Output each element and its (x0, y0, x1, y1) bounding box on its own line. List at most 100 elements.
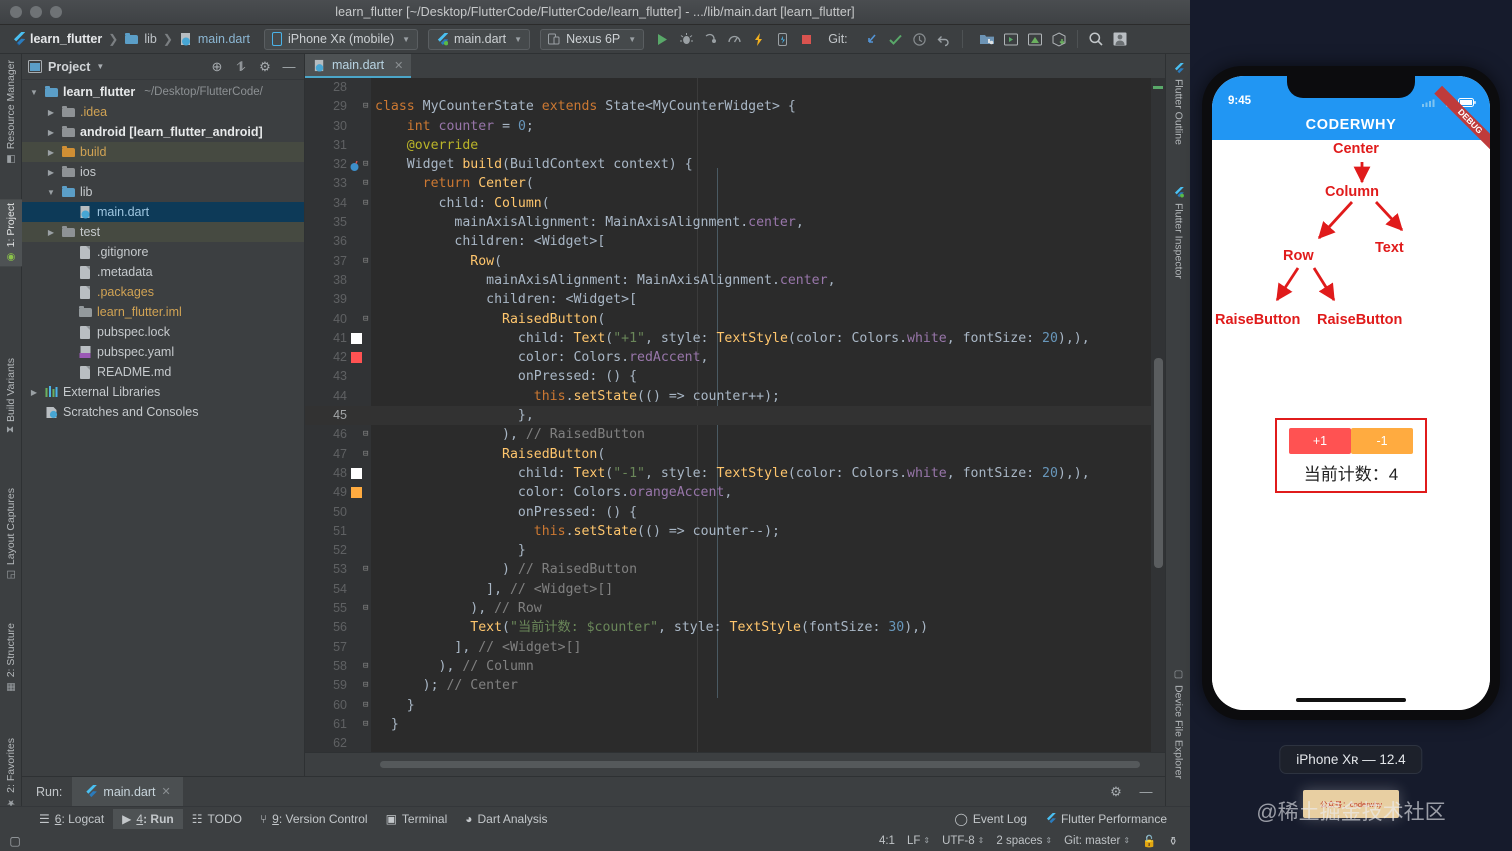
device-screen[interactable]: 9:45 CODERWHY DEBUG Center Column Row Te… (1212, 76, 1490, 710)
code-line[interactable]: 34 ⊟ child: Column( (305, 194, 1165, 213)
inspection-icon[interactable]: ⚱ (1168, 834, 1178, 848)
tab-main-dart[interactable]: main.dart ✕ (305, 54, 412, 78)
sidebar-item-structure[interactable]: ▦ 2: Structure (0, 619, 22, 696)
code-line[interactable]: 50 onPressed: () { (305, 503, 1165, 522)
chevron-right-icon[interactable]: ▶ (45, 128, 57, 137)
code-line[interactable]: 31 @override (305, 136, 1165, 155)
code-fold-icon[interactable]: ⊟ (363, 719, 372, 729)
sidebar-item-device-file-explorer[interactable]: ▢ Device File Explorer (1166, 664, 1191, 784)
hot-restart-icon[interactable] (770, 27, 794, 51)
horizontal-scrollbar[interactable] (380, 761, 1140, 768)
tree-row[interactable]: ▶ External Libraries (22, 382, 304, 402)
tool-window-event-log[interactable]: ◯ Event Log (945, 809, 1035, 829)
toggle-toolwindows-icon[interactable]: ▢ (0, 834, 30, 848)
color-swatch[interactable] (351, 332, 362, 344)
hot-reload-icon[interactable] (746, 27, 770, 51)
terminal-run-icon[interactable] (999, 27, 1023, 51)
file-encoding[interactable]: UTF-8 ⇕ (942, 835, 984, 847)
collapse-all-icon[interactable]: ⥮ (232, 58, 250, 76)
code-line[interactable]: 28 (305, 78, 1165, 97)
code-line[interactable]: 43 onPressed: () { (305, 367, 1165, 386)
undo-icon[interactable] (932, 27, 956, 51)
tool-window-dart-analysis[interactable]: ◕ Dart Analysis (456, 809, 556, 829)
code-line[interactable]: 60 ⊟ } (305, 696, 1165, 715)
code-fold-icon[interactable]: ⊟ (363, 565, 372, 574)
code-fold-icon[interactable]: ⊟ (363, 681, 372, 690)
code-line[interactable]: 32 ⊟ Widget build(BuildContext context) { (305, 155, 1165, 174)
sidebar-item-layout-captures[interactable]: ◰ Layout Captures (0, 484, 22, 584)
tree-row[interactable]: ▼ lib (22, 182, 304, 202)
code-fold-icon[interactable]: ⊟ (363, 604, 372, 613)
sidebar-item-flutter-outline[interactable]: Flutter Outline (1166, 58, 1191, 150)
chevron-right-icon[interactable]: ▶ (45, 148, 57, 157)
breadcrumb-file[interactable]: main.dart (175, 28, 254, 50)
code-line[interactable]: 57 ], // <Widget>[] (305, 638, 1165, 657)
code-line[interactable]: 48 child: Text("-1", style: TextStyle(co… (305, 464, 1165, 483)
device-selector[interactable]: iPhone Xʀ (mobile) ▼ (264, 28, 419, 50)
chevron-right-icon[interactable]: ▶ (45, 228, 57, 237)
locate-icon[interactable]: ⊕ (208, 58, 226, 76)
run-tab-main-dart[interactable]: main.dart ✕ (72, 776, 183, 807)
tree-row[interactable]: README.md (22, 362, 304, 382)
code-fold-icon[interactable]: ⊟ (363, 661, 372, 671)
code-line[interactable]: 59 ⊟ ); // Center (305, 676, 1165, 695)
sidebar-item-resource-manager[interactable]: ◨ Resource Manager (0, 56, 22, 168)
code-fold-icon[interactable]: ⊟ (363, 160, 372, 169)
code-fold-icon[interactable]: ⊟ (363, 700, 372, 710)
tree-row[interactable]: ▶ android [learn_flutter_android] (22, 122, 304, 142)
minimize-icon[interactable]: — (1137, 783, 1155, 801)
stop-icon[interactable] (794, 27, 818, 51)
settings-icon[interactable]: ⚙ (1107, 783, 1125, 801)
code-line[interactable]: 46 ⊟ ), // RaisedButton (305, 425, 1165, 444)
tool-window-run[interactable]: ▶ 4: Run (113, 808, 183, 829)
project-tree[interactable]: ▼ learn_flutter ~/Desktop/FlutterCode/ ▶… (22, 80, 304, 422)
code-line[interactable]: 61 ⊟ } (305, 715, 1165, 734)
chevron-right-icon[interactable]: ▶ (28, 388, 40, 397)
tree-row[interactable]: ▶ build (22, 142, 304, 162)
caret-position[interactable]: 4:1 (879, 835, 895, 847)
git-update-icon[interactable] (860, 27, 884, 51)
code-line[interactable]: 40 ⊟ RaisedButton( (305, 310, 1165, 329)
chevron-down-icon[interactable]: ▼ (45, 188, 57, 197)
code-line[interactable]: 52 } (305, 541, 1165, 560)
code-line[interactable]: 53 ⊟ ) // RaisedButton (305, 560, 1165, 579)
device-target-selector[interactable]: Nexus 6P ▼ (540, 28, 645, 50)
tree-row[interactable]: pubspec.lock (22, 322, 304, 342)
code-line[interactable]: 36 children: <Widget>[ (305, 232, 1165, 251)
close-icon[interactable]: ✕ (162, 785, 171, 798)
code-line[interactable]: 38 mainAxisAlignment: MainAxisAlignment.… (305, 271, 1165, 290)
tree-row[interactable]: ▶ .idea (22, 102, 304, 122)
step-over-icon[interactable] (698, 27, 722, 51)
tree-row[interactable]: ▶ ios (22, 162, 304, 182)
code-line[interactable]: 33 ⊟ return Center( (305, 174, 1165, 193)
color-swatch[interactable] (351, 467, 362, 479)
line-separator[interactable]: LF ⇕ (907, 835, 930, 847)
sidebar-item-flutter-inspector[interactable]: Flutter Inspector (1166, 182, 1191, 284)
tree-row[interactable]: Scratches and Consoles (22, 402, 304, 422)
editor-scrollbar-thumb[interactable] (1154, 358, 1163, 568)
close-icon[interactable]: ✕ (394, 59, 403, 72)
profile-icon[interactable] (722, 27, 746, 51)
debug-icon[interactable] (674, 27, 698, 51)
decrement-button[interactable]: -1 (1351, 428, 1413, 454)
code-fold-icon[interactable]: ⊟ (363, 102, 372, 111)
git-commit-icon[interactable] (884, 27, 908, 51)
code-line[interactable]: 58 ⊟ ), // Column (305, 657, 1165, 676)
breakpoint-icon[interactable] (349, 159, 360, 172)
tool-window-terminal[interactable]: ▣ Terminal (377, 809, 457, 829)
color-swatch[interactable] (351, 352, 362, 364)
tree-row[interactable]: learn_flutter.iml (22, 302, 304, 322)
sidebar-item-build-variants[interactable]: ⧗ Build Variants (0, 354, 22, 437)
code-line[interactable]: 55 ⊟ ), // Row (305, 599, 1165, 618)
code-line[interactable]: 54 ], // <Widget>[] (305, 580, 1165, 599)
code-fold-icon[interactable]: ⊟ (363, 179, 372, 188)
code-fold-icon[interactable]: ⊟ (363, 314, 372, 324)
code-line[interactable]: 41 child: Text("+1", style: TextStyle(co… (305, 329, 1165, 348)
increment-button[interactable]: +1 (1289, 428, 1351, 454)
code-line[interactable]: 51 this.setState(() => counter--); (305, 522, 1165, 541)
code-line[interactable]: 29 ⊟ class MyCounterState extends State<My… (305, 97, 1165, 116)
tree-row[interactable]: .packages (22, 282, 304, 302)
sdk-manager-icon[interactable] (1047, 27, 1071, 51)
run-config-selector[interactable]: main.dart ▼ (428, 28, 531, 50)
sidebar-item-project[interactable]: ◉ 1: Project (0, 199, 22, 267)
